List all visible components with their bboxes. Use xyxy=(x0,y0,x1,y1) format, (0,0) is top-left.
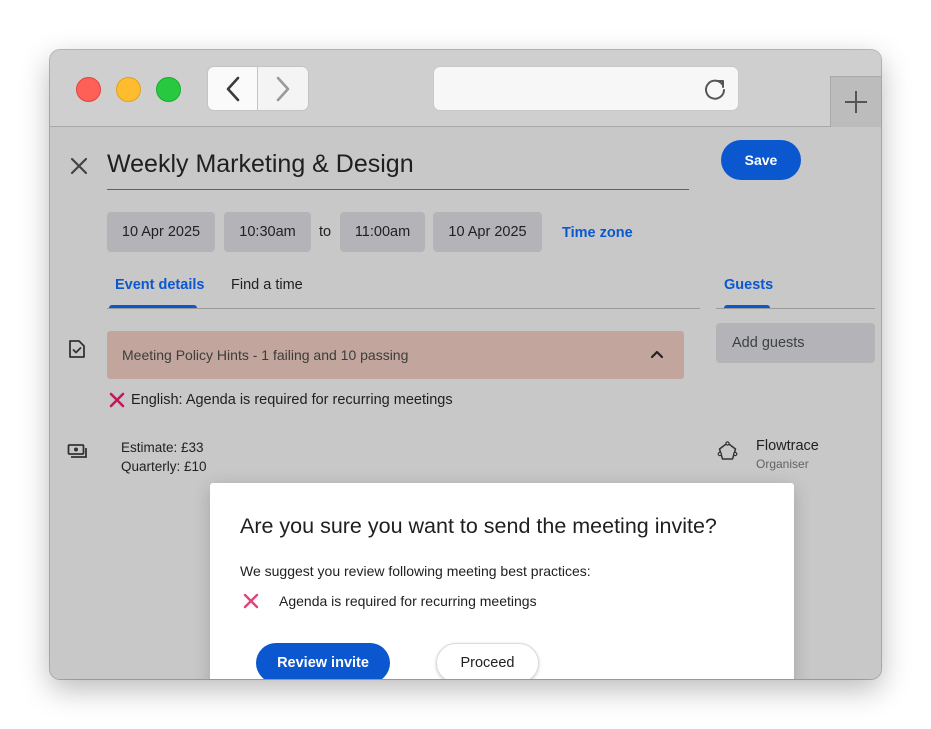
to-label: to xyxy=(319,224,332,240)
send-invite-dialog: Are you sure you want to send the meetin… xyxy=(210,483,794,679)
time-zone-link[interactable]: Time zone xyxy=(562,225,633,241)
quarterly-text: Quarterly: £10 xyxy=(121,459,207,474)
flowtrace-logo-icon xyxy=(717,441,738,460)
money-icon xyxy=(67,444,87,458)
back-button[interactable] xyxy=(207,66,258,111)
chevron-right-icon xyxy=(276,76,290,101)
close-icon[interactable] xyxy=(69,156,89,176)
end-date-field[interactable]: 10 Apr 2025 xyxy=(433,212,542,252)
fail-cross-icon xyxy=(243,593,259,609)
tab-event-details[interactable]: Event details xyxy=(115,277,204,293)
event-title-input[interactable]: Weekly Marketing & Design xyxy=(107,147,689,190)
reload-icon[interactable] xyxy=(702,76,728,102)
document-check-icon xyxy=(69,340,85,358)
browser-titlebar xyxy=(50,50,881,127)
review-invite-button[interactable]: Review invite xyxy=(256,643,390,679)
policy-hints-text: Meeting Policy Hints - 1 failing and 10 … xyxy=(122,347,409,363)
minimize-window-button[interactable] xyxy=(116,77,141,102)
guests-divider xyxy=(716,308,875,309)
dialog-practice-text: Agenda is required for recurring meeting… xyxy=(279,593,537,609)
dialog-title: Are you sure you want to send the meetin… xyxy=(240,514,717,538)
estimate-text: Estimate: £33 xyxy=(121,440,204,455)
proceed-button[interactable]: Proceed xyxy=(436,643,539,679)
organiser-name: Flowtrace xyxy=(756,438,819,454)
failing-policy-text: English: Agenda is required for recurrin… xyxy=(131,392,453,408)
add-guests-input[interactable]: Add guests xyxy=(716,323,875,363)
start-time-field[interactable]: 10:30am xyxy=(224,212,311,252)
policy-hints-banner[interactable]: Meeting Policy Hints - 1 failing and 10 … xyxy=(107,331,684,379)
chevron-left-icon xyxy=(226,76,239,101)
tab-find-a-time[interactable]: Find a time xyxy=(231,277,303,293)
dialog-practice-item: Agenda is required for recurring meeting… xyxy=(243,593,537,609)
close-window-button[interactable] xyxy=(76,77,101,102)
fail-cross-icon xyxy=(109,392,125,408)
save-button[interactable]: Save xyxy=(721,140,801,180)
tabs-divider xyxy=(107,308,700,309)
chevron-up-icon[interactable] xyxy=(650,349,664,359)
browser-window: Weekly Marketing & Design Save 10 Apr 20… xyxy=(50,50,881,679)
dialog-subtitle: We suggest you review following meeting … xyxy=(240,563,591,579)
start-date-field[interactable]: 10 Apr 2025 xyxy=(107,212,215,252)
organiser-role: Organiser xyxy=(756,457,809,471)
plus-icon xyxy=(845,91,867,113)
failing-policy-item: English: Agenda is required for recurrin… xyxy=(109,392,453,408)
cost-estimate: Estimate: £33 Quarterly: £10 xyxy=(121,438,207,476)
new-tab-button[interactable] xyxy=(830,76,881,127)
tab-guests[interactable]: Guests xyxy=(724,277,773,293)
address-bar[interactable] xyxy=(433,66,739,111)
zoom-window-button[interactable] xyxy=(156,77,181,102)
forward-button[interactable] xyxy=(258,66,309,111)
end-time-field[interactable]: 11:00am xyxy=(340,212,425,252)
event-editor: Weekly Marketing & Design Save 10 Apr 20… xyxy=(50,127,881,679)
